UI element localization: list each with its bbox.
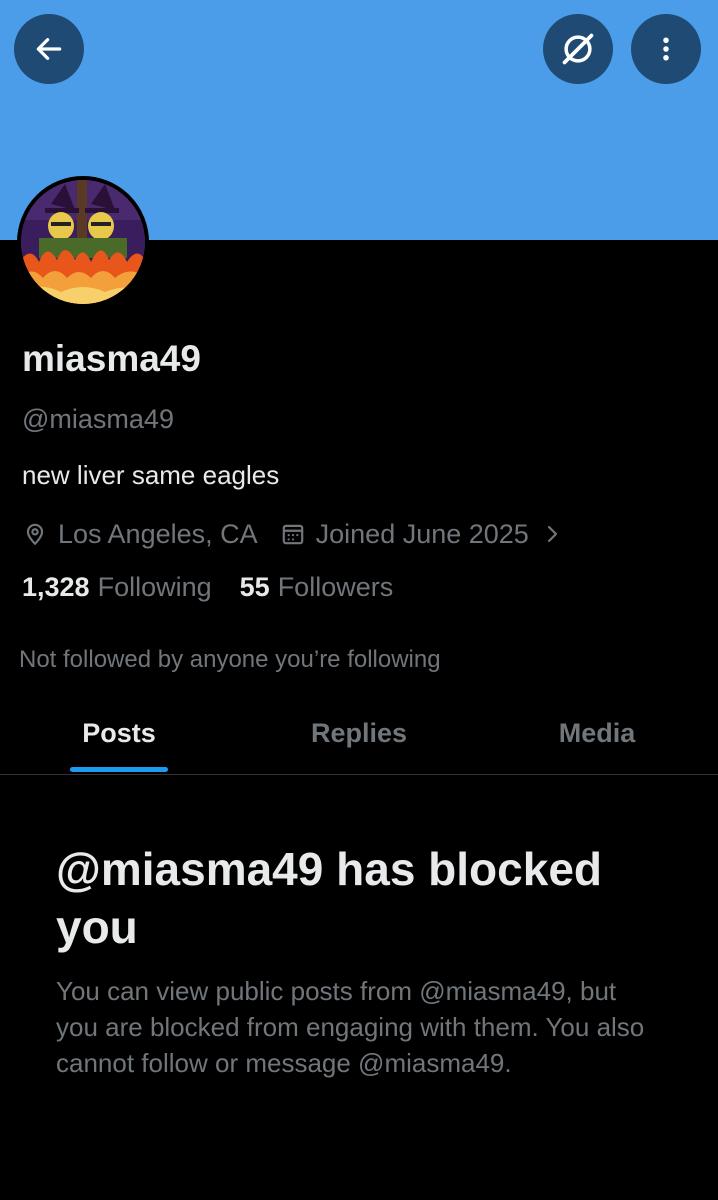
profile-meta: Los Angeles, CA Joined June 2025 bbox=[22, 516, 563, 552]
handle: @miasma49 bbox=[22, 404, 174, 434]
joined-date: Joined June 2025 bbox=[315, 518, 529, 549]
avatar-image bbox=[21, 180, 145, 304]
arrow-left-icon bbox=[36, 38, 62, 60]
followers-link[interactable]: 55 Followers bbox=[240, 572, 394, 603]
active-tab-indicator bbox=[70, 767, 168, 772]
blocked-description: You can view public posts from @miasma49… bbox=[56, 976, 645, 1078]
not-followed-notice: Not followed by anyone you’re following bbox=[19, 646, 441, 673]
grok-button[interactable] bbox=[543, 14, 613, 84]
tab-posts[interactable]: Posts bbox=[70, 718, 168, 749]
profile-tabs: Posts Replies Media bbox=[0, 700, 718, 775]
following-count: 1,328 bbox=[22, 572, 90, 602]
bio: new liver same eagles bbox=[22, 460, 280, 490]
following-label: Following bbox=[97, 572, 212, 602]
chevron-right-icon[interactable] bbox=[543, 522, 563, 546]
follow-stats: 1,328 Following 55 Followers bbox=[22, 572, 393, 603]
more-vertical-icon bbox=[663, 37, 669, 61]
location-pin-icon bbox=[22, 521, 48, 547]
following-link[interactable]: 1,328 Following bbox=[22, 572, 212, 603]
calendar-icon bbox=[280, 521, 306, 547]
display-name: miasma49 bbox=[22, 338, 201, 379]
back-button[interactable] bbox=[14, 14, 84, 84]
more-options-button[interactable] bbox=[631, 14, 701, 84]
blocked-title: @miasma49 has blocked you bbox=[56, 843, 603, 953]
location-text: Los Angeles, CA bbox=[58, 518, 258, 549]
avatar[interactable] bbox=[17, 176, 149, 308]
followers-label: Followers bbox=[277, 572, 394, 602]
grok-icon bbox=[562, 33, 594, 65]
tab-media[interactable]: Media bbox=[545, 718, 649, 749]
followers-count: 55 bbox=[239, 572, 270, 602]
tab-replies[interactable]: Replies bbox=[300, 718, 418, 749]
